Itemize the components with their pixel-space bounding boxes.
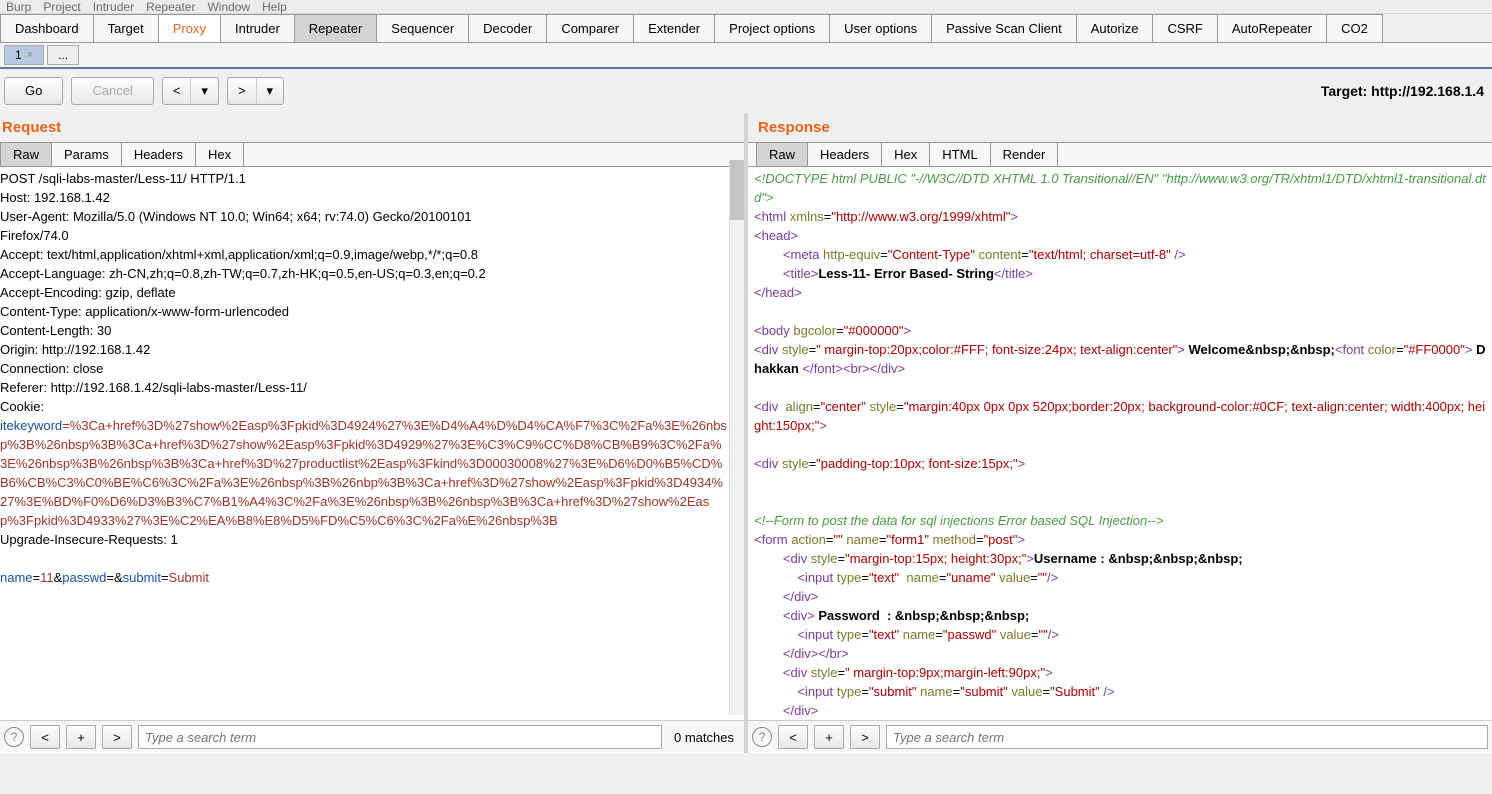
search-next-button[interactable]: > bbox=[102, 725, 132, 749]
tab-comparer[interactable]: Comparer bbox=[546, 14, 634, 42]
response-footer: ? < + > bbox=[748, 720, 1492, 753]
request-editor[interactable]: POST /sqli-labs-master/Less-11/ HTTP/1.1… bbox=[0, 167, 744, 720]
req-line: Upgrade-Insecure-Requests: 1 bbox=[0, 532, 178, 547]
target-label[interactable]: Target: http://192.168.1.4 bbox=[1321, 83, 1488, 99]
cookie-key: itekeyword bbox=[0, 418, 62, 433]
tab-repeater[interactable]: Repeater bbox=[294, 14, 377, 42]
menu-window[interactable]: Window bbox=[207, 0, 250, 14]
scrollbar[interactable] bbox=[729, 160, 744, 715]
tab-project-options[interactable]: Project options bbox=[714, 14, 830, 42]
req-line: Accept-Encoding: gzip, deflate bbox=[0, 285, 176, 300]
req-line: Origin: http://192.168.1.42 bbox=[0, 342, 150, 357]
req-line: Content-Length: 30 bbox=[0, 323, 111, 338]
req-line: Content-Type: application/x-www-form-url… bbox=[0, 304, 289, 319]
tab-intruder[interactable]: Intruder bbox=[220, 14, 295, 42]
res-tab-headers[interactable]: Headers bbox=[807, 142, 882, 167]
editor-panes: Request Raw Params Headers Hex POST /sql… bbox=[0, 113, 1492, 753]
search-input[interactable] bbox=[886, 725, 1488, 749]
tab-autorepeater[interactable]: AutoRepeater bbox=[1217, 14, 1327, 42]
tab-passive-scan[interactable]: Passive Scan Client bbox=[931, 14, 1077, 42]
close-icon[interactable]: × bbox=[27, 49, 33, 61]
response-pane: Response Raw Headers Hex HTML Render <!D… bbox=[748, 113, 1492, 753]
req-tab-params[interactable]: Params bbox=[51, 142, 122, 167]
response-view-tabs: Raw Headers Hex HTML Render bbox=[748, 142, 1492, 167]
request-footer: ? < + > 0 matches bbox=[0, 720, 744, 753]
tab-csrf[interactable]: CSRF bbox=[1152, 14, 1217, 42]
action-bar: Go Cancel <▾ >▾ Target: http://192.168.1… bbox=[0, 69, 1492, 113]
dropdown-icon[interactable]: ▾ bbox=[257, 78, 284, 104]
response-title: Response bbox=[748, 113, 1492, 142]
search-next-button[interactable]: > bbox=[850, 725, 880, 749]
tab-autorize[interactable]: Autorize bbox=[1076, 14, 1154, 42]
req-line: Cookie: bbox=[0, 399, 44, 414]
req-tab-raw[interactable]: Raw bbox=[0, 142, 52, 167]
search-prev-button[interactable]: < bbox=[30, 725, 60, 749]
req-line: Referer: http://192.168.1.42/sqli-labs-m… bbox=[0, 380, 307, 395]
body-val: Submit bbox=[169, 570, 209, 585]
match-count: 0 matches bbox=[668, 730, 740, 745]
req-tab-headers[interactable]: Headers bbox=[121, 142, 196, 167]
request-title: Request bbox=[0, 113, 744, 142]
tab-co2[interactable]: CO2 bbox=[1326, 14, 1383, 42]
menubar[interactable]: Burp Project Intruder Repeater Window He… bbox=[0, 0, 1492, 14]
tab-sequencer[interactable]: Sequencer bbox=[376, 14, 469, 42]
cookie-value: =%3Ca+href%3D%27show%2Easp%3Fpkid%3D4924… bbox=[0, 418, 727, 528]
chevron-right-icon[interactable]: > bbox=[228, 78, 257, 104]
subtab-1[interactable]: 1× bbox=[4, 45, 44, 65]
menu-burp[interactable]: Burp bbox=[6, 0, 31, 14]
subtab-add[interactable]: ... bbox=[47, 45, 79, 65]
search-input[interactable] bbox=[138, 725, 662, 749]
req-line: Host: 192.168.1.42 bbox=[0, 190, 110, 205]
help-icon[interactable]: ? bbox=[4, 727, 24, 747]
dropdown-icon[interactable]: ▾ bbox=[191, 78, 218, 104]
body-key: submit bbox=[123, 570, 161, 585]
search-prev-button[interactable]: < bbox=[778, 725, 808, 749]
chevron-left-icon[interactable]: < bbox=[163, 78, 192, 104]
tab-dashboard[interactable]: Dashboard bbox=[0, 14, 94, 42]
req-line: Firefox/74.0 bbox=[0, 228, 69, 243]
req-line: POST /sqli-labs-master/Less-11/ HTTP/1.1 bbox=[0, 171, 246, 186]
help-icon[interactable]: ? bbox=[752, 727, 772, 747]
request-view-tabs: Raw Params Headers Hex bbox=[0, 142, 744, 167]
res-tab-html[interactable]: HTML bbox=[929, 142, 990, 167]
cancel-button[interactable]: Cancel bbox=[71, 77, 153, 105]
req-line: Accept-Language: zh-CN,zh;q=0.8,zh-TW;q=… bbox=[0, 266, 486, 281]
tab-target[interactable]: Target bbox=[93, 14, 159, 42]
scroll-thumb[interactable] bbox=[730, 160, 744, 220]
res-tab-render[interactable]: Render bbox=[990, 142, 1059, 167]
request-pane: Request Raw Params Headers Hex POST /sql… bbox=[0, 113, 748, 753]
tab-decoder[interactable]: Decoder bbox=[468, 14, 547, 42]
tab-user-options[interactable]: User options bbox=[829, 14, 932, 42]
menu-project[interactable]: Project bbox=[43, 0, 80, 14]
menu-intruder[interactable]: Intruder bbox=[93, 0, 134, 14]
menu-repeater[interactable]: Repeater bbox=[146, 0, 195, 14]
search-add-button[interactable]: + bbox=[814, 725, 844, 749]
response-editor[interactable]: <!DOCTYPE html PUBLIC "-//W3C//DTD XHTML… bbox=[748, 167, 1492, 720]
forward-button[interactable]: >▾ bbox=[227, 77, 284, 105]
main-tabs: Dashboard Target Proxy Intruder Repeater… bbox=[0, 14, 1492, 43]
repeater-subtabs: 1× ... bbox=[0, 43, 1492, 69]
body-val: 11 bbox=[40, 570, 54, 585]
req-tab-hex[interactable]: Hex bbox=[195, 142, 244, 167]
req-line: User-Agent: Mozilla/5.0 (Windows NT 10.0… bbox=[0, 209, 472, 224]
menu-help[interactable]: Help bbox=[262, 0, 287, 14]
go-button[interactable]: Go bbox=[4, 77, 63, 105]
body-key: passwd bbox=[62, 570, 106, 585]
req-line: Accept: text/html,application/xhtml+xml,… bbox=[0, 247, 478, 262]
subtab-label: 1 bbox=[15, 48, 22, 62]
res-tab-raw[interactable]: Raw bbox=[756, 142, 808, 167]
tab-proxy[interactable]: Proxy bbox=[158, 14, 221, 42]
res-tab-hex[interactable]: Hex bbox=[881, 142, 930, 167]
req-line: Connection: close bbox=[0, 361, 103, 376]
tab-extender[interactable]: Extender bbox=[633, 14, 715, 42]
body-key: name bbox=[0, 570, 33, 585]
back-button[interactable]: <▾ bbox=[162, 77, 219, 105]
search-add-button[interactable]: + bbox=[66, 725, 96, 749]
